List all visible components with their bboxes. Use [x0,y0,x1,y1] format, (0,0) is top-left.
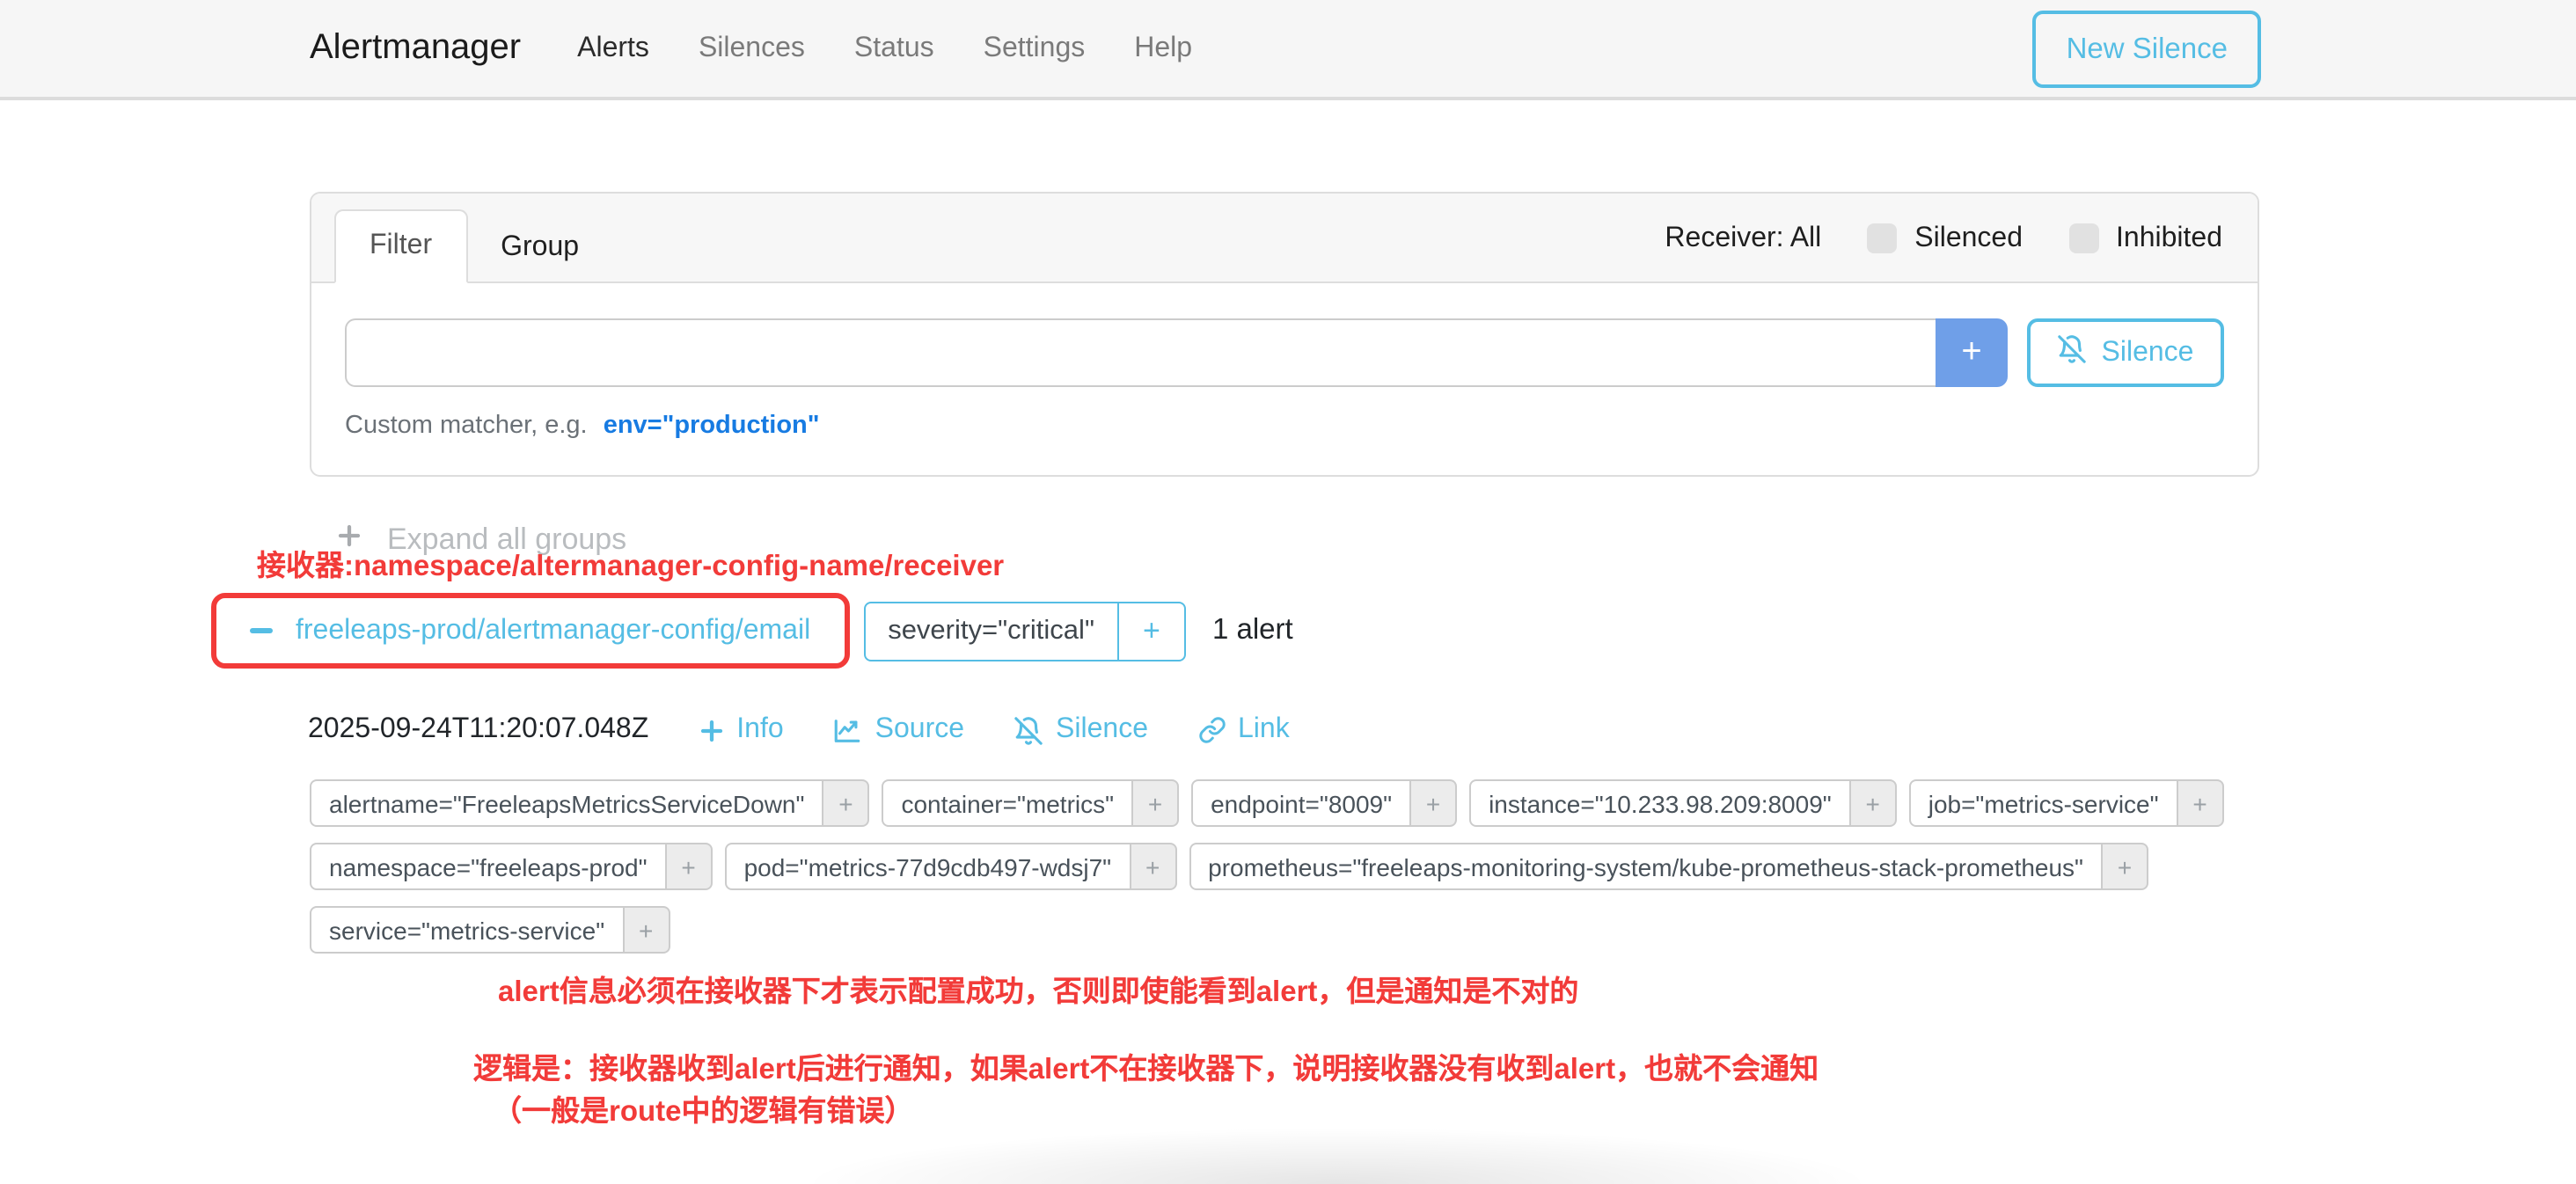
label-tag: container="metrics" + [882,779,1179,827]
group-matcher: severity="critical" + [863,601,1186,661]
matcher-input-group: + [345,318,2008,387]
matcher-input[interactable] [345,318,1936,387]
helper-prefix: Custom matcher, e.g. [345,412,588,440]
label-tag-text: instance="10.233.98.209:8009" [1469,779,1851,827]
app-brand[interactable]: Alertmanager [310,28,521,69]
label-tag-text: endpoint="8009" [1191,779,1411,827]
nav-item-status[interactable]: Status [854,33,934,64]
receiver-group-button[interactable]: freeleaps-prod/alertmanager-config/email [222,603,838,658]
label-filter-add-button[interactable]: + [823,779,869,827]
chart-icon [833,715,863,745]
label-filter-add-button[interactable]: + [1131,843,1176,890]
inhibited-checkbox-group[interactable]: Inhibited [2068,223,2222,254]
filter-card: Filter Group Receiver: All Silenced Inhi… [310,192,2259,477]
alert-count: 1 alert [1212,614,1293,647]
alert-labels: alertname="FreeleapsMetricsServiceDown" … [310,779,2254,954]
label-filter-add-button[interactable]: + [1411,779,1457,827]
label-tag: instance="10.233.98.209:8009" + [1469,779,1897,827]
minus-icon [250,628,273,633]
label-tag-text: pod="metrics-77d9cdb497-wdsj7" [725,843,1131,890]
nav-item-silences[interactable]: Silences [699,33,805,64]
alert-silence-button[interactable]: Silence [1014,714,1148,746]
alert-info-label: Info [736,714,783,746]
nav-item-settings[interactable]: Settings [984,33,1086,64]
receiver-filter[interactable]: Receiver: All [1665,223,1821,254]
alertmanager-page: Alertmanager Alerts Silences Status Sett… [0,0,2576,1184]
annotation-logic-line2: （一般是route中的逻辑有错误） [473,1091,1819,1133]
label-filter-add-button[interactable]: + [667,843,713,890]
silence-filter-label: Silence [2102,337,2194,369]
filter-card-body: + Silence Custom matcher, e.g. env="prod… [311,283,2258,475]
filter-options: Receiver: All Silenced Inhibited [1665,194,2222,283]
matcher-helper-text: Custom matcher, e.g. env="production" [345,412,2224,440]
label-filter-add-button[interactable]: + [1851,779,1897,827]
group-matcher-label: severity="critical" [865,603,1117,659]
label-filter-add-button[interactable]: + [2178,779,2224,827]
link-icon [1197,716,1226,744]
inhibited-checkbox[interactable] [2068,223,2098,253]
label-tag-text: alertname="FreeleapsMetricsServiceDown" [310,779,823,827]
alert-source-label: Source [875,714,964,746]
annotation-logic-note: 逻辑是：接收器收到alert后进行通知，如果alert不在接收器下，说明接收器没… [473,1049,1819,1133]
label-tag: prometheus="freeleaps-monitoring-system/… [1189,843,2148,890]
label-filter-add-button[interactable]: + [624,906,670,954]
silenced-checkbox[interactable] [1867,223,1897,253]
receiver-group-row: freeleaps-prod/alertmanager-config/email… [211,593,1293,669]
label-tag: namespace="freeleaps-prod" + [310,843,713,890]
nav-item-help[interactable]: Help [1134,33,1192,64]
label-tag-text: container="metrics" [882,779,1133,827]
label-tag-text: prometheus="freeleaps-monitoring-system/… [1189,843,2103,890]
bell-slash-icon [1014,715,1043,745]
bell-slash-icon [2058,333,2088,372]
plus-icon [698,717,724,743]
label-tag: job="metrics-service" + [1909,779,2224,827]
alert-source-link[interactable]: Source [833,714,964,746]
annotation-logic-line1: 逻辑是：接收器收到alert后进行通知，如果alert不在接收器下，说明接收器没… [473,1049,1819,1091]
top-navbar: Alertmanager Alerts Silences Status Sett… [0,0,2576,100]
silenced-checkbox-label: Silenced [1914,223,2023,254]
annotation-config-note: alert信息必须在接收器下才表示配置成功，否则即使能看到alert，但是通知是… [498,968,1578,1010]
label-tag-text: service="metrics-service" [310,906,624,954]
label-filter-add-button[interactable]: + [1133,779,1179,827]
label-tag: alertname="FreeleapsMetricsServiceDown" … [310,779,869,827]
label-tag-text: namespace="freeleaps-prod" [310,843,667,890]
inhibited-checkbox-label: Inhibited [2116,223,2222,254]
new-silence-button[interactable]: New Silence [2033,11,2261,88]
alert-link-label: Link [1238,714,1290,746]
alert-timestamp: 2025-09-24T11:20:07.048Z [308,714,648,746]
label-tag-text: job="metrics-service" [1909,779,2178,827]
nav-item-alerts[interactable]: Alerts [577,33,649,64]
annotation-receiver-note: 接收器:namespace/altermanager-config-name/r… [257,542,1004,584]
alert-info-button[interactable]: Info [698,714,783,746]
tab-filter[interactable]: Filter [334,209,467,283]
label-tag: pod="metrics-77d9cdb497-wdsj7" + [725,843,1177,890]
group-matcher-add-button[interactable]: + [1117,603,1184,659]
matcher-example-link[interactable]: env="production" [604,412,820,440]
label-tag: service="metrics-service" + [310,906,670,954]
label-tag: endpoint="8009" + [1191,779,1457,827]
tab-group[interactable]: Group [467,213,612,283]
alert-header-row: 2025-09-24T11:20:07.048Z Info Source Sil… [308,714,1290,746]
filter-card-header: Filter Group Receiver: All Silenced Inhi… [311,194,2258,283]
main-nav: Alerts Silences Status Settings Help [577,33,1192,64]
add-matcher-button[interactable]: + [1936,318,2008,387]
filter-tabs: Filter Group [334,209,612,283]
alert-permalink[interactable]: Link [1197,714,1290,746]
label-filter-add-button[interactable]: + [2103,843,2148,890]
matcher-row: + Silence [345,318,2224,387]
red-annotation-box: freeleaps-prod/alertmanager-config/email [211,593,849,669]
silenced-checkbox-group[interactable]: Silenced [1867,223,2023,254]
alert-silence-label: Silence [1056,714,1148,746]
receiver-group-name: freeleaps-prod/alertmanager-config/email [296,615,810,647]
silence-filter-button[interactable]: Silence [2027,318,2224,387]
